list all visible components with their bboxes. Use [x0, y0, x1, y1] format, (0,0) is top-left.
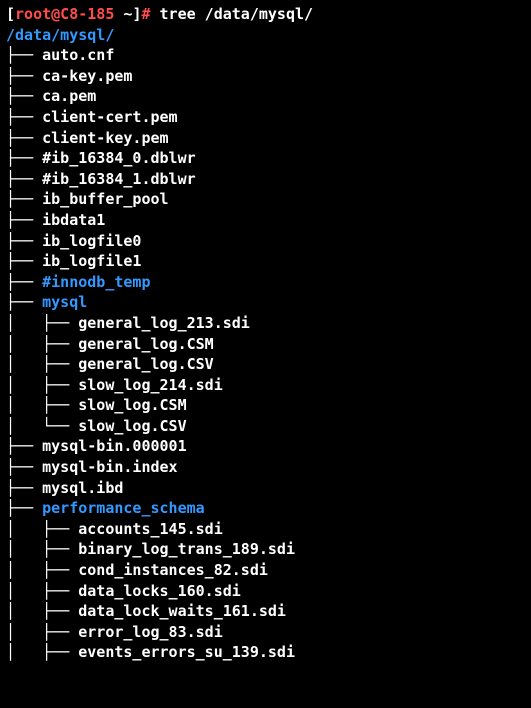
- tree-entry: ib_logfile1: [42, 252, 141, 270]
- tree-branch: │ ├──: [6, 643, 78, 661]
- tree-branch: │ ├──: [6, 602, 78, 620]
- tree-branch: ├──: [6, 149, 42, 167]
- tree-entry: mysql-bin.index: [42, 458, 177, 476]
- tree-branch: ├──: [6, 87, 42, 105]
- tree-entry: #ib_16384_0.dblwr: [42, 149, 196, 167]
- tree-branch: ├──: [6, 252, 42, 270]
- tree-branch: ├──: [6, 108, 42, 126]
- tree-entry: data_lock_waits_161.sdi: [78, 602, 286, 620]
- tree-entry: general_log_213.sdi: [78, 314, 250, 332]
- tree-body: ├── auto.cnf ├── ca-key.pem ├── ca.pem ├…: [6, 46, 295, 661]
- tree-entry: general_log.CSM: [78, 335, 213, 353]
- tree-branch: │ ├──: [6, 623, 78, 641]
- tree-entry: ibdata1: [42, 211, 105, 229]
- tree-entry: client-cert.pem: [42, 108, 177, 126]
- tree-branch: ├──: [6, 67, 42, 85]
- tree-branch: │ ├──: [6, 582, 78, 600]
- tree-branch: ├──: [6, 273, 42, 291]
- tree-branch: ├──: [6, 499, 42, 517]
- tree-entry: slow_log.CSM: [78, 396, 186, 414]
- tree-branch: ├──: [6, 211, 42, 229]
- tree-branch: ├──: [6, 293, 42, 311]
- tree-branch: │ └──: [6, 417, 78, 435]
- prompt-hash: #: [141, 5, 159, 23]
- prompt-line: [root@C8-185 ~]# tree /data/mysql/: [6, 5, 313, 23]
- tree-entry: accounts_145.sdi: [78, 520, 223, 538]
- tree-branch: ├──: [6, 232, 42, 250]
- tree-entry: events_errors_su_139.sdi: [78, 643, 295, 661]
- tree-branch: ├──: [6, 437, 42, 455]
- tree-entry: error_log_83.sdi: [78, 623, 223, 641]
- tree-entry: mysql.ibd: [42, 479, 123, 497]
- tree-entry: binary_log_trans_189.sdi: [78, 540, 295, 558]
- tree-branch: │ ├──: [6, 355, 78, 373]
- bracket-open: [: [6, 5, 15, 23]
- tree-branch: │ ├──: [6, 396, 78, 414]
- tree-entry: slow_log.CSV: [78, 417, 186, 435]
- tree-branch: ├──: [6, 170, 42, 188]
- tree-branch: │ ├──: [6, 335, 78, 353]
- tree-branch: │ ├──: [6, 520, 78, 538]
- tree-entry: ca-key.pem: [42, 67, 132, 85]
- tree-entry: ib_logfile0: [42, 232, 141, 250]
- tree-entry: general_log.CSV: [78, 355, 213, 373]
- tree-entry: data_locks_160.sdi: [78, 582, 241, 600]
- tree-entry: performance_schema: [42, 499, 205, 517]
- root-path: /data/mysql/: [6, 26, 114, 44]
- tree-entry: #ib_16384_1.dblwr: [42, 170, 196, 188]
- tree-branch: │ ├──: [6, 540, 78, 558]
- tree-branch: ├──: [6, 46, 42, 64]
- tree-entry: client-key.pem: [42, 129, 168, 147]
- tree-branch: │ ├──: [6, 561, 78, 579]
- tree-entry: slow_log_214.sdi: [78, 376, 223, 394]
- tree-entry: #innodb_temp: [42, 273, 150, 291]
- tree-branch: │ ├──: [6, 314, 78, 332]
- tree-entry: ca.pem: [42, 87, 96, 105]
- tree-branch: ├──: [6, 458, 42, 476]
- tree-branch: ├──: [6, 479, 42, 497]
- tree-branch: ├──: [6, 129, 42, 147]
- tree-branch: ├──: [6, 190, 42, 208]
- tree-entry: auto.cnf: [42, 46, 114, 64]
- tree-branch: │ ├──: [6, 376, 78, 394]
- terminal-output: [root@C8-185 ~]# tree /data/mysql/ /data…: [0, 0, 531, 708]
- command-text: tree /data/mysql/: [160, 5, 314, 23]
- tree-entry: cond_instances_82.sdi: [78, 561, 268, 579]
- tree-entry: mysql-bin.000001: [42, 437, 187, 455]
- tree-entry: mysql: [42, 293, 87, 311]
- user-host: root@C8-185: [15, 5, 114, 23]
- tree-entry: ib_buffer_pool: [42, 190, 168, 208]
